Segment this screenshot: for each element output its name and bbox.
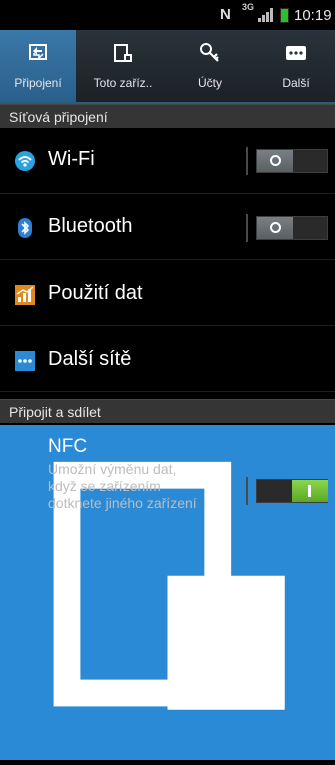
tab-label: Připojení — [14, 76, 62, 90]
device-icon — [114, 44, 132, 62]
tab-connections[interactable]: Připojení — [0, 30, 76, 102]
tab-label: Toto zaříz.. — [93, 76, 153, 90]
toggle-divider — [246, 147, 248, 175]
toggle-knob — [257, 150, 293, 172]
toggle-track — [256, 216, 328, 240]
settings-item-data-usage[interactable]: Použití dat — [0, 260, 335, 326]
network-type-indicator: 3G — [242, 2, 255, 12]
connections-icon — [29, 44, 47, 60]
settings-tab-bar: Připojení Toto zaříz.. Účty Další — [0, 30, 335, 104]
toggle-knob — [257, 217, 293, 239]
section-header-network: Síťová připojení — [0, 104, 335, 128]
clock: 10:19 — [294, 7, 332, 24]
tab-label: Účty — [198, 76, 222, 90]
data-usage-label: Použití dat — [48, 282, 143, 304]
toggle-divider — [246, 477, 248, 505]
bluetooth-icon — [18, 218, 32, 238]
toggle-divider — [246, 214, 248, 242]
settings-item-wifi[interactable]: Wi-Fi — [0, 128, 335, 194]
tab-label: Další — [282, 76, 310, 90]
status-bar: N 3G 10:19 — [0, 0, 335, 30]
settings-item-nfc[interactable]: NFC Umožní výměnu dat, když se zařízením… — [0, 425, 335, 760]
nfc-status-indicator: N — [220, 6, 231, 23]
tab-more[interactable]: Další — [258, 30, 334, 102]
bluetooth-toggle[interactable] — [246, 214, 328, 242]
settings-item-more-networks[interactable]: Další sítě — [0, 326, 335, 392]
more-networks-icon — [15, 351, 35, 371]
toggle-track — [256, 149, 328, 173]
settings-item-bluetooth[interactable]: Bluetooth — [0, 194, 335, 260]
nfc-toggle[interactable] — [246, 477, 328, 505]
accounts-key-icon — [200, 43, 219, 62]
signal-strength-icon — [258, 8, 273, 22]
wifi-toggle[interactable] — [246, 147, 328, 175]
data-usage-icon — [15, 285, 35, 305]
toggle-track — [256, 479, 328, 503]
nfc-title: NFC — [48, 436, 88, 457]
more-icon — [286, 46, 306, 60]
wifi-label: Wi-Fi — [48, 148, 95, 170]
nfc-description: Umožní výměnu dat, když se zařízením dot… — [48, 461, 197, 511]
battery-icon — [280, 8, 289, 23]
wifi-icon — [15, 151, 35, 171]
bluetooth-label: Bluetooth — [48, 215, 133, 237]
toggle-knob — [292, 480, 328, 502]
section-header-connect-share: Připojit a sdílet — [0, 399, 335, 423]
tab-accounts[interactable]: Účty — [172, 30, 248, 102]
more-networks-label: Další sítě — [48, 348, 132, 370]
tab-this-device[interactable]: Toto zaříz.. — [85, 30, 161, 102]
